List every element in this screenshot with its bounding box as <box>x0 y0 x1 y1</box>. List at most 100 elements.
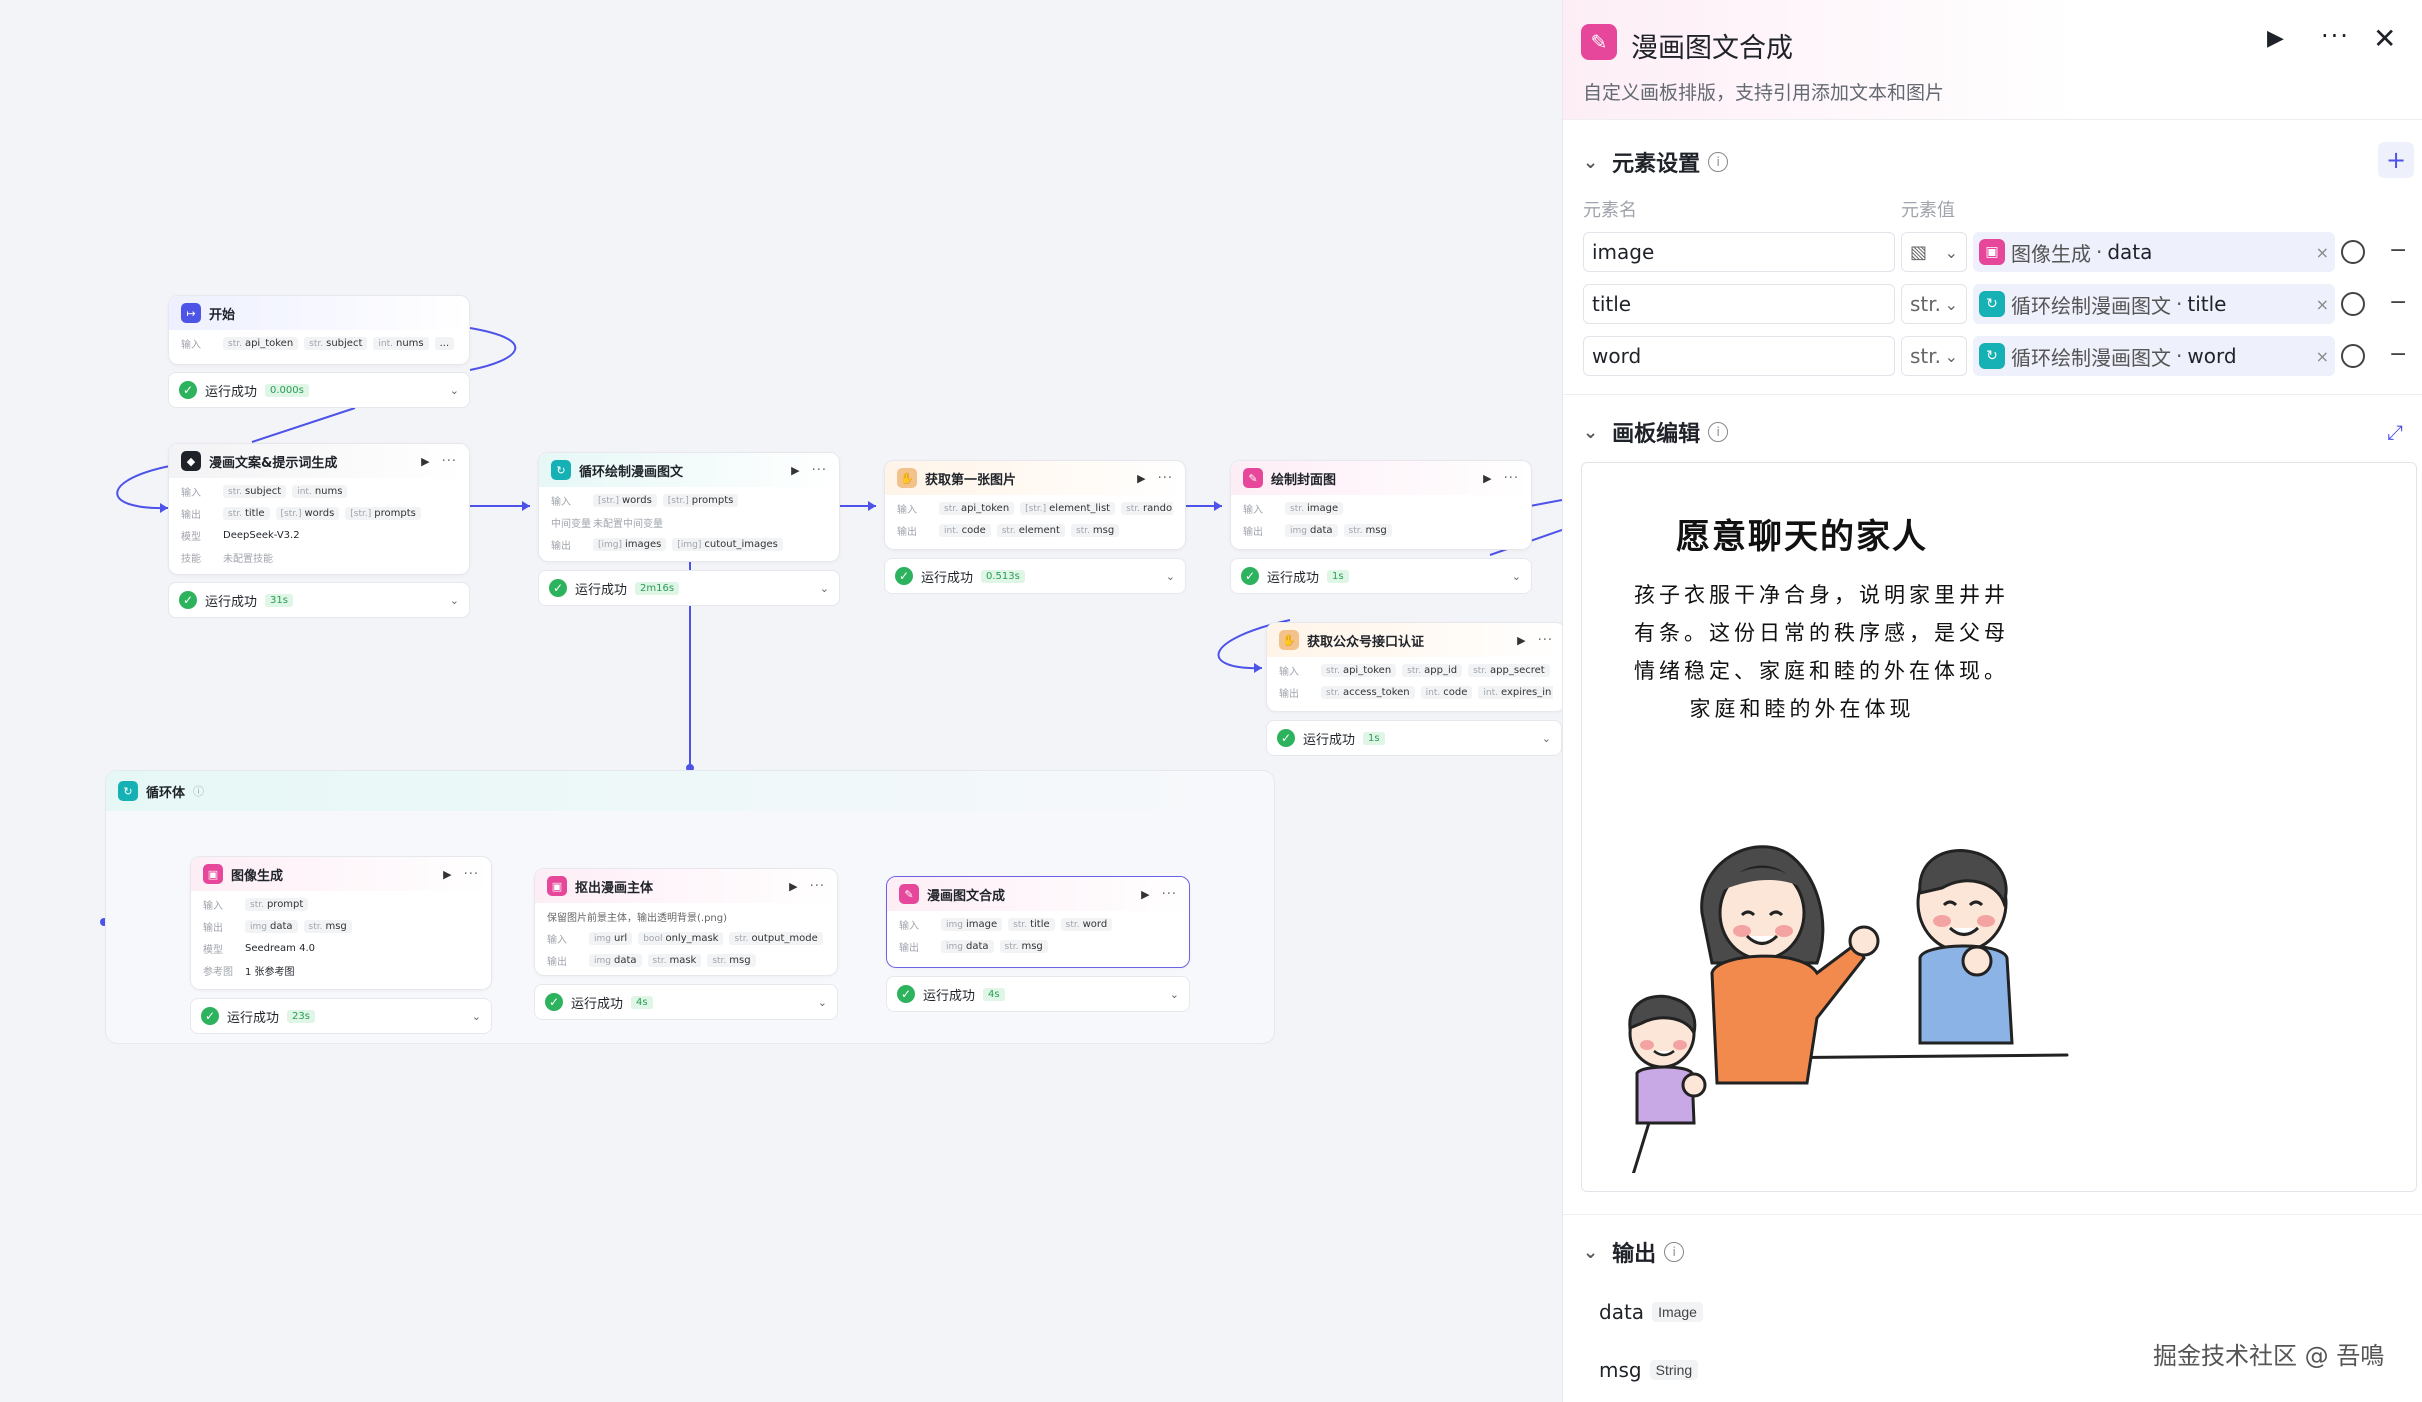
node-settings-panel: ✎ 漫画图文合成 ▶ ··· ✕ 自定义画板排版，支持引用添加文本和图片 ⌄ 元… <box>1562 0 2422 1402</box>
run-icon[interactable]: ▶ <box>443 868 451 881</box>
chevron-down-icon[interactable]: ⌄ <box>450 594 459 607</box>
element-ref[interactable]: ▣ 图像生成 · data × <box>1973 232 2335 272</box>
run-icon[interactable]: ▶ <box>1137 472 1145 485</box>
node-title: 获取第一张图片 <box>925 472 1017 488</box>
node-title: 获取公众号接口认证 <box>1307 634 1425 650</box>
status-bar[interactable]: ✓ 运行成功 1s ⌄ <box>1266 720 1562 756</box>
workflow-canvas[interactable]: ↦ 开始 输入 str. api_token str. subject int. nu… <box>0 0 1562 1402</box>
element-name-input[interactable]: word <box>1583 336 1895 376</box>
run-icon[interactable]: ▶ <box>1483 472 1491 485</box>
more-icon[interactable]: ··· <box>810 879 825 894</box>
node-title: 漫画图文合成 <box>927 888 1006 904</box>
node-get-auth[interactable]: ✋ 获取公众号接口认证 ▶ ··· 输入 str. api_token str. app… <box>1266 622 1562 712</box>
chevron-down-icon[interactable]: ⌄ <box>472 1010 481 1023</box>
node-title: 图像生成 <box>231 868 284 884</box>
element-type-select[interactable]: ▧ ⌄ <box>1901 232 1967 272</box>
more-icon[interactable]: ··· <box>812 463 827 478</box>
image-icon: ▧ <box>1910 241 1928 263</box>
chevron-down-icon[interactable]: ⌄ <box>1583 422 1598 443</box>
status-bar[interactable]: ✓ 运行成功 4s ⌄ <box>534 984 838 1020</box>
chevron-down-icon[interactable]: ⌄ <box>818 996 827 1009</box>
status-bar[interactable]: ✓ 运行成功 31s ⌄ <box>168 582 470 618</box>
element-type-select[interactable]: str. ⌄ <box>1901 284 1967 324</box>
more-icon[interactable]: ··· <box>1162 887 1177 902</box>
watermark: 掘金技术社区 @ 吾鳴 <box>2153 1342 2385 1370</box>
clear-icon[interactable]: × <box>2316 243 2329 262</box>
run-icon[interactable]: ▶ <box>421 455 429 468</box>
loop-icon: ↻ <box>118 781 138 801</box>
element-row: image ▧ ⌄ ▣ 图像生成 · data × − <box>1583 232 2407 272</box>
run-icon[interactable]: ▶ <box>2267 26 2284 51</box>
plugin-icon: ✋ <box>897 468 917 488</box>
check-icon: ✓ <box>545 993 563 1011</box>
poster-line: 家庭和睦的外在体现 <box>1689 697 1915 721</box>
chevron-down-icon[interactable]: ⌄ <box>1583 152 1598 173</box>
status-bar[interactable]: ✓ 运行成功 0.513s ⌄ <box>884 558 1186 594</box>
run-icon[interactable]: ▶ <box>1141 888 1149 901</box>
element-ref[interactable]: ↻ 循环绘制漫画图文 · title × <box>1973 284 2335 324</box>
family-illustration <box>1628 845 2069 1173</box>
output-item: data Image <box>1599 1300 1703 1324</box>
clear-icon[interactable]: × <box>2316 347 2329 366</box>
chevron-down-icon[interactable]: ⌄ <box>450 384 459 397</box>
more-icon[interactable]: ··· <box>1538 633 1553 648</box>
remove-element-button[interactable]: − <box>2389 290 2407 315</box>
run-icon[interactable]: ▶ <box>1517 634 1525 647</box>
col-name-label: 元素名 <box>1583 200 1637 221</box>
run-icon[interactable]: ▶ <box>791 464 799 477</box>
node-title: 绘制封面图 <box>1271 472 1337 488</box>
chevron-down-icon: ⌄ <box>1944 294 1958 314</box>
add-element-button[interactable]: + <box>2378 142 2414 178</box>
element-ref[interactable]: ↻ 循环绘制漫画图文 · word × <box>1973 336 2335 376</box>
chevron-down-icon[interactable]: ⌄ <box>820 582 829 595</box>
more-icon[interactable]: ··· <box>464 867 479 882</box>
chevron-down-icon[interactable]: ⌄ <box>1583 1242 1598 1263</box>
remove-element-button[interactable]: − <box>2389 238 2407 263</box>
more-icon[interactable]: ··· <box>1158 471 1173 486</box>
elements-section-header[interactable]: ⌄ 元素设置 i <box>1583 146 1729 178</box>
status-bar[interactable]: ✓ 运行成功 2m16s ⌄ <box>538 570 840 606</box>
status-bar[interactable]: ✓ 运行成功 1s ⌄ <box>1230 558 1532 594</box>
run-icon[interactable]: ▶ <box>789 880 797 893</box>
info-icon: i <box>1708 152 1729 172</box>
start-icon: ↦ <box>181 303 201 323</box>
more-icon[interactable]: ··· <box>1504 471 1519 486</box>
image-icon: ▣ <box>203 864 223 884</box>
col-value-label: 元素值 <box>1901 200 1955 221</box>
variable-icon[interactable] <box>2341 292 2365 316</box>
canvas-section-header[interactable]: ⌄ 画板编辑 i <box>1583 416 1729 448</box>
status-bar[interactable]: ✓ 运行成功 0.000s ⌄ <box>168 372 470 408</box>
canvas-preview[interactable]: 愿意聊天的家人 孩子衣服干净合身，说明家里井井 有条。这份日常的秩序感，是父母 … <box>1581 462 2417 1192</box>
element-name-input[interactable]: title <box>1583 284 1895 324</box>
node-cutout[interactable]: ▣ 抠出漫画主体 ▶ ··· 保留图片前景主体，输出透明背景(.png) 输入 i… <box>534 868 838 976</box>
node-comic-text[interactable]: ◆ 漫画文案&提示词生成 ▶ ··· 输入 str. subject int. nums… <box>168 443 470 575</box>
element-name-input[interactable]: image <box>1583 232 1895 272</box>
node-image-gen[interactable]: ▣ 图像生成 ▶ ··· 输入 str. prompt 输出 img data str. m… <box>190 856 492 990</box>
chevron-down-icon[interactable]: ⌄ <box>1166 570 1175 583</box>
node-title: 抠出漫画主体 <box>575 880 654 896</box>
node-loop-draw[interactable]: ↻ 循环绘制漫画图文 ▶ ··· 输入 [str.] words [str.] prom… <box>538 452 840 562</box>
remove-element-button[interactable]: − <box>2389 342 2407 367</box>
expand-icon[interactable]: ⤢ <box>2387 420 2403 444</box>
element-type-select[interactable]: str. ⌄ <box>1901 336 1967 376</box>
more-icon[interactable]: ··· <box>442 454 457 469</box>
node-compose[interactable]: ✎ 漫画图文合成 ▶ ··· 输入 img image str. title str. wo… <box>886 876 1190 968</box>
variable-icon[interactable] <box>2341 344 2365 368</box>
poster-line: 有条。这份日常的秩序感，是父母 <box>1634 621 2009 645</box>
node-start[interactable]: ↦ 开始 输入 str. api_token str. subject int. nu… <box>168 295 470 365</box>
chevron-down-icon[interactable]: ⌄ <box>1542 732 1551 745</box>
close-icon[interactable]: ✕ <box>2373 22 2396 55</box>
info-icon: i <box>1664 1242 1685 1262</box>
output-section-header[interactable]: ⌄ 输出 i <box>1583 1236 1685 1268</box>
status-bar[interactable]: ✓ 运行成功 4s ⌄ <box>886 976 1190 1012</box>
variable-icon[interactable] <box>2341 240 2365 264</box>
status-bar[interactable]: ✓ 运行成功 23s ⌄ <box>190 998 492 1034</box>
check-icon: ✓ <box>897 985 915 1003</box>
chevron-down-icon[interactable]: ⌄ <box>1512 570 1521 583</box>
check-icon: ✓ <box>1241 567 1259 585</box>
clear-icon[interactable]: × <box>2316 295 2329 314</box>
node-draw-cover[interactable]: ✎ 绘制封面图 ▶ ··· 输入 str. image 输出 img data str. m… <box>1230 460 1532 550</box>
chevron-down-icon[interactable]: ⌄ <box>1170 988 1179 1001</box>
more-icon[interactable]: ··· <box>2321 22 2350 50</box>
node-get-first-image[interactable]: ✋ 获取第一张图片 ▶ ··· 输入 str. api_token [str.] ele… <box>884 460 1186 550</box>
